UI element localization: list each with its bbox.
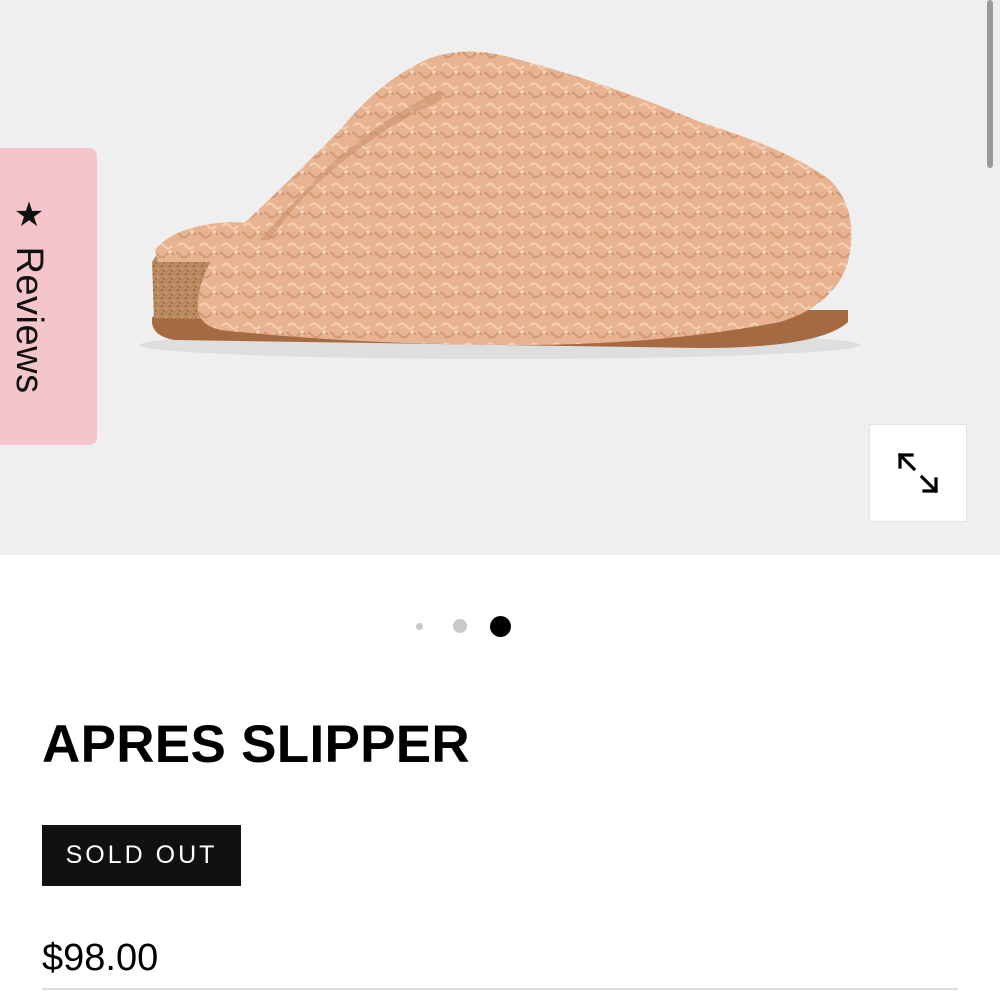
product-title: APRES SLIPPER	[42, 715, 471, 774]
product-image	[140, 51, 860, 359]
section-divider	[42, 988, 958, 990]
reviews-tab[interactable]: ★ Reviews	[0, 148, 97, 445]
product-price: $98.00	[42, 937, 159, 979]
page-scrollbar[interactable]	[987, 0, 993, 168]
pagination-dot-1[interactable]	[416, 623, 423, 630]
pagination-dot-3-active[interactable]	[490, 616, 511, 637]
expand-arrows-icon	[897, 452, 939, 494]
sold-out-badge: SOLD OUT	[42, 825, 241, 886]
reviews-tab-content: ★ Reviews	[8, 196, 50, 394]
reviews-label: Reviews	[8, 246, 50, 394]
star-icon: ★	[13, 196, 45, 235]
product-gallery[interactable]: ★ Reviews	[0, 0, 1000, 555]
pagination-dot-2[interactable]	[453, 619, 467, 633]
expand-image-button[interactable]	[869, 424, 967, 522]
gallery-pagination	[0, 612, 1000, 640]
product-page: ★ Reviews APRES SLIPPER SOLD OUT $98.00	[0, 0, 1000, 1000]
